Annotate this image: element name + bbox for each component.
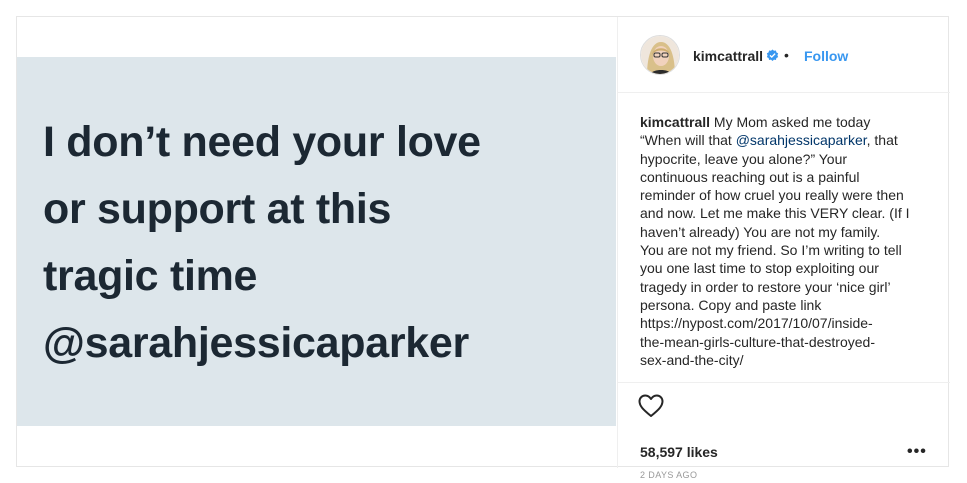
post-caption: kimcattrall My Mom asked me today “When …	[640, 113, 940, 369]
caption-mention-link[interactable]: @sarahjessicaparker	[736, 132, 867, 148]
caption-line: you one last time to stop exploiting our	[640, 260, 879, 277]
caption-line: https://nypost.com/2017/10/07/inside-	[640, 315, 873, 332]
caption-line: and now. Let me make this VERY clear. (I…	[640, 205, 910, 222]
caption-line: You are not my friend. So I’m writing to…	[640, 242, 902, 259]
caption-line: tragedy in order to restore your ‘nice g…	[640, 278, 891, 295]
caption-line: continuous reaching out is a painful	[640, 168, 860, 185]
image-text-line: @sarahjessicaparker	[43, 319, 469, 367]
post-image[interactable]: I don’t need your love or support at thi…	[17, 57, 616, 426]
instagram-post: I don’t need your love or support at thi…	[16, 16, 950, 480]
caption-line: hypocrite, leave you alone?” Your	[640, 150, 848, 167]
avatar-image	[641, 36, 679, 74]
post-timestamp[interactable]: 2 DAYS AGO	[640, 470, 697, 480]
header-username[interactable]: kimcattrall	[693, 48, 763, 64]
header-separator: •	[784, 47, 789, 63]
caption-line: reminder of how cruel you really were th…	[640, 187, 904, 204]
likes-count[interactable]: 58,597 likes	[640, 444, 718, 460]
image-text-line: or support at this	[43, 185, 392, 233]
caption-line: persona. Copy and paste link	[640, 296, 822, 313]
post-actions: 58,597 likes ••• 2 DAYS AGO	[618, 382, 950, 480]
caption-username[interactable]: kimcattrall	[640, 114, 710, 130]
caption-text: “When will that	[640, 132, 736, 149]
post-sidebar: kimcattrall • Follow kimcattrall My Mom …	[617, 17, 950, 480]
follow-button[interactable]: Follow	[804, 48, 848, 64]
post-image-text: I don’t need your love or support at thi…	[43, 109, 603, 377]
caption-text: , that	[866, 132, 898, 149]
caption-line: sex-and-the-city/	[640, 351, 744, 368]
more-options-icon[interactable]: •••	[907, 443, 927, 461]
caption-line: the-mean-girls-culture-that-destroyed-	[640, 333, 875, 350]
caption-line: haven’t already) You are not my family.	[640, 223, 881, 240]
image-text-line: I don’t need your love	[43, 118, 481, 166]
image-text-line: tragic time	[43, 252, 258, 300]
verified-badge-icon	[766, 49, 779, 61]
post-header: kimcattrall • Follow	[618, 17, 950, 93]
avatar[interactable]	[640, 35, 680, 75]
heart-icon[interactable]	[638, 394, 664, 418]
caption-text: My Mom asked me today	[710, 114, 871, 130]
caption-line: “When will that @sarahjessicaparker, tha…	[640, 131, 940, 149]
caption-line: kimcattrall My Mom asked me today	[640, 113, 940, 131]
